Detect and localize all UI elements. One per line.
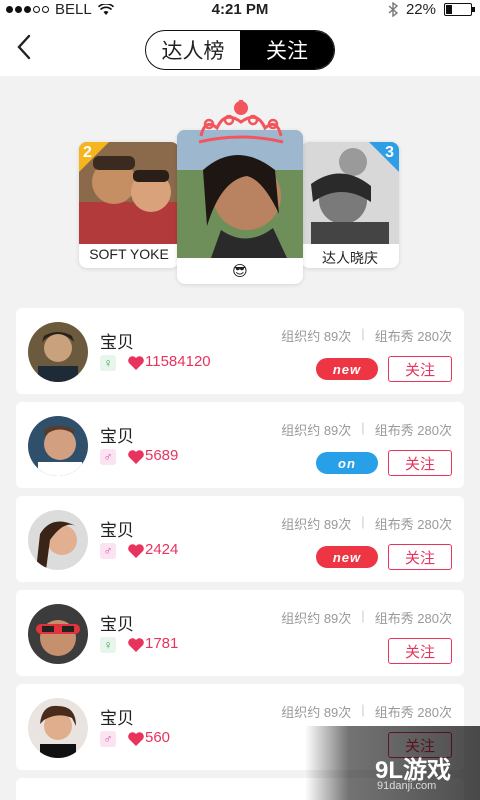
- list-item[interactable]: 宝贝 ♂ 2424 组织约 89次 | 组布秀 280次 new 关注: [16, 496, 464, 582]
- segmented-control: 达人榜 关注: [145, 30, 335, 70]
- likes-count: 11584120: [145, 353, 211, 370]
- user-name: 宝贝: [100, 615, 134, 634]
- battery-icon: [444, 3, 475, 16]
- likes-count: 5689: [145, 447, 179, 464]
- top-three-podium: SOFT YOKE 2 达人晓庆 3 😎: [0, 76, 480, 300]
- user-stats: 组织约 89次 | 组布秀 280次: [281, 608, 452, 626]
- new-badge: new: [316, 546, 378, 568]
- status-bar: BELL 4:21 PM 22%: [0, 0, 480, 20]
- list-item[interactable]: 宝贝 ♀ 1781 组织约 89次 | 组布秀 280次 关注: [16, 590, 464, 676]
- avatar[interactable]: [28, 416, 88, 476]
- female-icon: ♀: [100, 355, 116, 371]
- tab-following[interactable]: 关注: [240, 31, 334, 69]
- nav-header: 达人榜 关注: [0, 20, 480, 76]
- status-right: 22%: [388, 1, 475, 18]
- likes-count: 560: [145, 729, 171, 746]
- user-stats: 组织约 89次 | 组布秀 280次: [281, 514, 452, 532]
- user-name: 宝贝: [100, 427, 134, 446]
- rank-1-card[interactable]: 😎: [177, 130, 303, 284]
- rank-2-name: SOFT YOKE: [89, 246, 169, 262]
- follow-button[interactable]: 关注: [388, 544, 452, 570]
- rank-1-emoji: 😎: [232, 263, 248, 280]
- user-name: 宝贝: [100, 521, 134, 540]
- tab-leaderboard[interactable]: 达人榜: [146, 31, 240, 69]
- user-name: 宝贝: [100, 709, 134, 728]
- rank-2-badge: 2: [79, 142, 119, 182]
- new-badge: new: [316, 358, 378, 380]
- follow-button[interactable]: 关注: [388, 356, 452, 382]
- user-stats: 组织约 89次 | 组布秀 280次: [281, 326, 452, 344]
- list-item[interactable]: 宝贝 ♀ 11584120 组织约 89次 | 组布秀 280次 new 关注: [16, 308, 464, 394]
- avatar[interactable]: [28, 604, 88, 664]
- male-icon: ♂: [100, 543, 116, 559]
- crown-icon: [198, 100, 284, 144]
- rank-2-card[interactable]: SOFT YOKE 2: [79, 142, 179, 268]
- avatar[interactable]: [28, 698, 88, 758]
- follow-button[interactable]: 关注: [388, 638, 452, 664]
- list-item[interactable]: 宝贝 ♂ 5689 组织约 89次 | 组布秀 280次 on 关注: [16, 402, 464, 488]
- follow-button[interactable]: 关注: [388, 450, 452, 476]
- user-name: 宝贝: [100, 333, 134, 352]
- battery-percent: 22%: [405, 1, 436, 18]
- user-stats: 组织约 89次 | 组布秀 280次: [281, 420, 452, 438]
- rank-3-badge: 3: [359, 142, 399, 182]
- likes-count: 2424: [145, 541, 179, 558]
- avatar[interactable]: [28, 322, 88, 382]
- male-icon: ♂: [100, 731, 116, 747]
- male-icon: ♂: [100, 449, 116, 465]
- chevron-left-icon[interactable]: [12, 32, 36, 62]
- heart-icon: [128, 450, 144, 464]
- avatar[interactable]: [28, 510, 88, 570]
- heart-icon: [128, 732, 144, 746]
- rank-1-photo: [177, 130, 303, 258]
- user-stats: 组织约 89次 | 组布秀 280次: [281, 702, 452, 720]
- watermark-url: 91danji.com: [377, 780, 437, 792]
- heart-icon: [128, 638, 144, 652]
- heart-icon: [128, 544, 144, 558]
- female-icon: ♀: [100, 637, 116, 653]
- rank-3-name: 达人晓庆: [322, 250, 378, 266]
- bluetooth-icon: [388, 2, 398, 17]
- on-badge: on: [316, 452, 378, 474]
- watermark: 9L游戏 91danji.com: [305, 726, 480, 800]
- heart-icon: [128, 356, 144, 370]
- likes-count: 1781: [145, 635, 179, 652]
- rank-3-card[interactable]: 达人晓庆 3: [301, 142, 399, 268]
